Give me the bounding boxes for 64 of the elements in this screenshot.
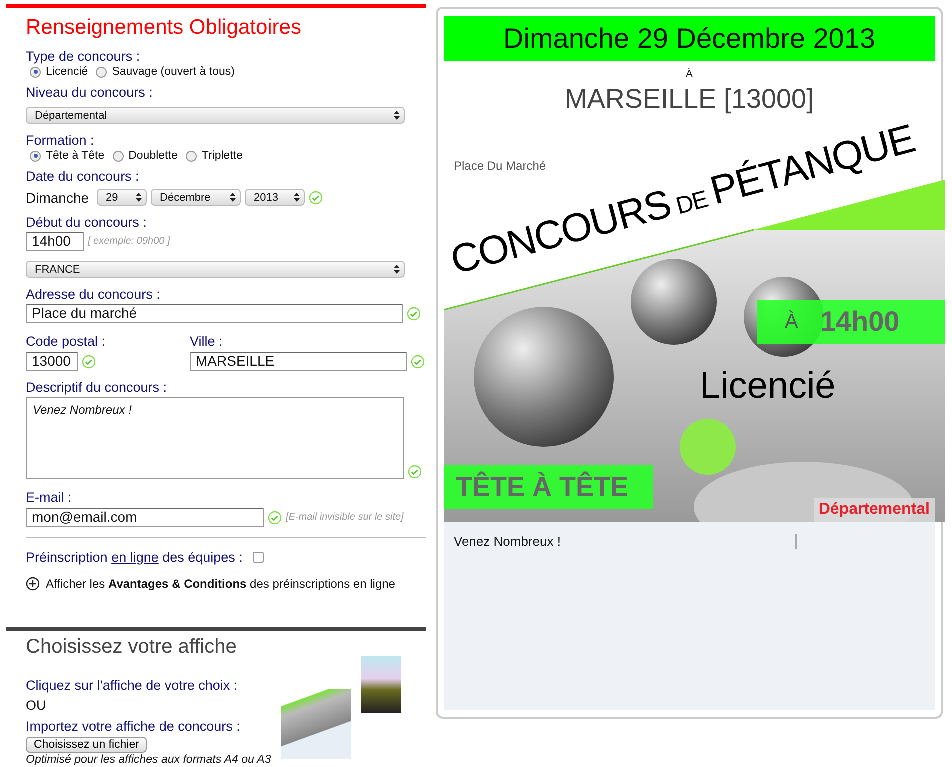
format-note: Optimisé pour les affiches aux formats A4 ou A3: [26, 754, 272, 766]
email-input[interactable]: mon@email.com: [26, 508, 264, 527]
online-link[interactable]: en ligne: [112, 550, 159, 565]
city-text: MARSEILLE [13000]: [564, 84, 816, 115]
updown-arrows-icon: [394, 265, 400, 274]
field-label: Formation :: [26, 132, 96, 149]
city-input[interactable]: MARSEILLE: [190, 352, 407, 371]
day-select[interactable]: 29: [97, 189, 148, 206]
field-label: E-mail :: [26, 489, 73, 506]
updown-arrows-icon: [230, 193, 236, 202]
updown-arrows-icon: [294, 193, 300, 202]
type-text: Licencié: [700, 365, 836, 407]
field-label: Code postal :: [26, 333, 107, 350]
postcode-input[interactable]: 13000: [26, 352, 78, 371]
at-text: À: [685, 69, 694, 80]
radio-option[interactable]: Licencié: [30, 66, 88, 78]
year-select[interactable]: 2013: [245, 189, 306, 206]
date-banner: Dimanche 29 Décembre 2013: [444, 16, 935, 61]
description-text: Venez Nombreux !: [454, 534, 562, 549]
radio-button[interactable]: [30, 66, 41, 78]
updown-arrows-icon: [394, 111, 400, 120]
radio-button[interactable]: [186, 150, 197, 162]
country-select[interactable]: FRANCE: [26, 261, 405, 278]
level-banner: Départemental: [814, 498, 935, 522]
poster-thumbnail[interactable]: [361, 656, 402, 713]
section-heading: Choisissez votre affiche: [26, 636, 238, 659]
plus-circle-icon[interactable]: [26, 577, 40, 591]
form-heading: Renseignements Obligatoires: [26, 16, 302, 40]
radio-button[interactable]: [30, 150, 41, 162]
poster-thumbnail[interactable]: [281, 689, 352, 759]
hint-text: [E-mail invisible sur le site]: [286, 512, 404, 523]
updown-arrows-icon: [136, 193, 142, 202]
formation-banner: TÊTE À TÊTE: [444, 465, 653, 509]
field-label: Descriptif du concours :: [26, 379, 168, 396]
instruction-text: Importez votre affiche de concours :: [26, 718, 242, 735]
time-input[interactable]: 14h00: [26, 232, 84, 251]
field-label: Début du concours :: [26, 214, 148, 231]
at-text: À: [785, 310, 798, 334]
radio-option[interactable]: Triplette: [186, 150, 243, 162]
radio-option[interactable]: Sauvage (ouvert à tous): [96, 66, 235, 78]
field-label: Ville :: [190, 333, 224, 350]
level-select[interactable]: Départemental: [26, 107, 405, 124]
field-label: Type de concours :: [26, 48, 142, 65]
month-select[interactable]: Décembre: [151, 189, 242, 206]
weekday-text: Dimanche: [26, 190, 90, 206]
checkbox[interactable]: [252, 552, 264, 563]
description-textarea[interactable]: Venez Nombreux !: [26, 397, 404, 479]
text-cursor: [795, 534, 797, 549]
time-text: 14h00: [820, 306, 900, 338]
radio-button[interactable]: [112, 150, 124, 162]
banner-word: DE: [673, 186, 711, 222]
address-input[interactable]: Place du marché: [26, 304, 403, 323]
conditions-link[interactable]: Afficher les Avantages & Conditions des préinscriptions en ligne: [46, 577, 396, 591]
preregistration-label: Préinscription en ligne des équipes :: [26, 550, 243, 565]
hint-text: [ exemple: 09h00 ]: [88, 236, 170, 247]
radio-button[interactable]: [96, 66, 108, 78]
radio-option[interactable]: Doublette: [112, 150, 178, 162]
instruction-text: Cliquez sur l'affiche de votre choix :: [26, 677, 239, 694]
choose-file-button[interactable]: Choisissez un fichier: [26, 737, 148, 753]
radio-option[interactable]: Tête à Tête: [30, 150, 105, 162]
field-label: Date du concours :: [26, 168, 140, 185]
or-text: OU: [26, 697, 48, 714]
field-label: Adresse du concours :: [26, 286, 162, 303]
field-label: Niveau du concours :: [26, 84, 154, 101]
